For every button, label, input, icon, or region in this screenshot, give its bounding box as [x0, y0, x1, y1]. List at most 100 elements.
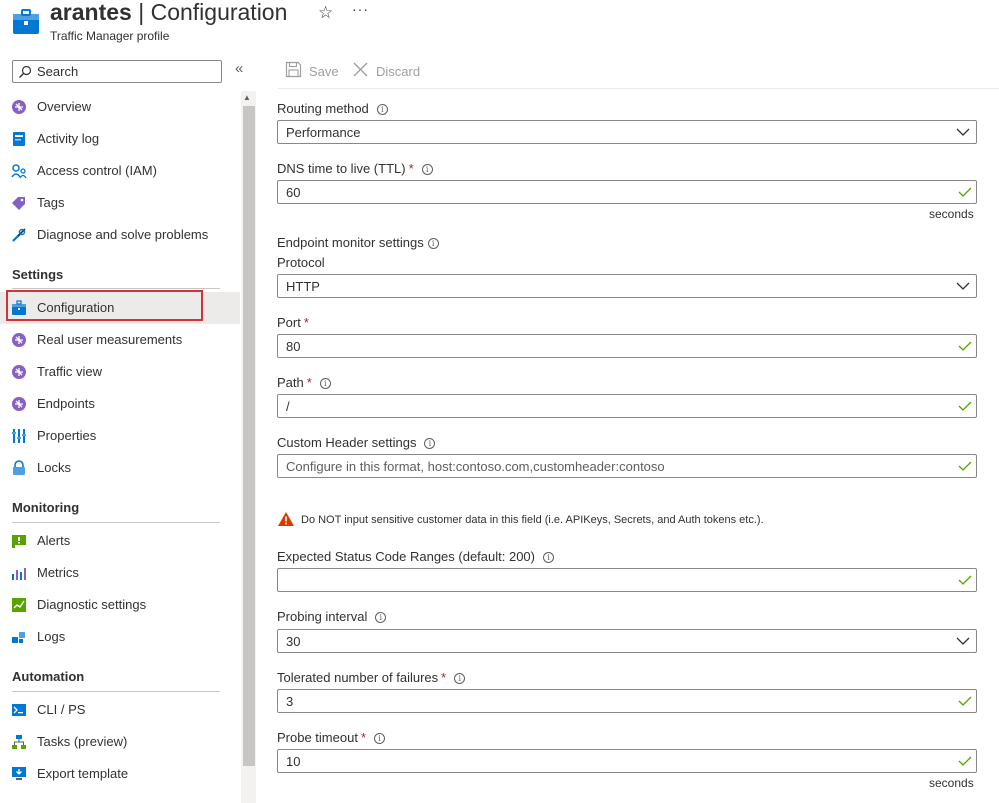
- sidebar-item-label: Properties: [37, 428, 97, 443]
- checkmark-icon: [958, 401, 972, 411]
- sidebar-item-label: Real user measurements: [37, 332, 183, 347]
- probing-interval-dropdown[interactable]: 30: [277, 629, 977, 653]
- info-icon[interactable]: i: [454, 673, 466, 684]
- sidebar-item-locks[interactable]: Locks: [0, 452, 240, 484]
- traffic-manager-icon: [12, 333, 26, 347]
- protocol-dropdown[interactable]: HTTP: [277, 274, 977, 298]
- sidebar-item-overview[interactable]: Overview: [0, 91, 240, 123]
- discard-label: Discard: [376, 64, 421, 79]
- highlight-box: [6, 290, 203, 321]
- sidebar-item-export-template[interactable]: Export template: [0, 758, 240, 790]
- save-button[interactable]: Save: [285, 61, 345, 81]
- chevron-down-icon: [956, 637, 970, 645]
- sidebar-item-label: Access control (IAM): [37, 163, 157, 178]
- info-icon[interactable]: i: [424, 438, 436, 449]
- probing-interval-value: 30: [286, 634, 301, 649]
- info-icon[interactable]: i: [319, 378, 331, 389]
- info-icon[interactable]: i: [375, 612, 387, 623]
- sidebar-item-label: Locks: [37, 460, 71, 475]
- sidebar-item-cli-ps[interactable]: CLI / PS: [0, 694, 240, 726]
- lock-icon: [13, 460, 25, 475]
- traffic-manager-icon: [12, 365, 26, 379]
- settings-section-heading: Settings: [12, 267, 64, 282]
- sidebar-scrollbar-thumb[interactable]: [243, 106, 255, 766]
- tolerated-failures-label: Tolerated number of failures * i: [277, 670, 466, 685]
- probe-timeout-input[interactable]: 10: [277, 749, 977, 773]
- routing-method-dropdown[interactable]: Performance: [277, 120, 977, 144]
- protocol-value: HTTP: [286, 279, 320, 294]
- sidebar-item-label: Diagnostic settings: [37, 597, 147, 612]
- tolerated-failures-input[interactable]: 3: [277, 689, 977, 713]
- sidebar-item-metrics[interactable]: Metrics: [0, 557, 240, 589]
- collapse-sidebar-icon[interactable]: «: [235, 60, 243, 77]
- info-icon[interactable]: i: [374, 733, 385, 744]
- probe-timeout-label: Probe timeout * i: [277, 730, 385, 745]
- sidebar-item-label: Diagnose and solve problems: [37, 227, 209, 242]
- sidebar-item-label: Tasks (preview): [37, 734, 128, 749]
- sidebar-item-tags[interactable]: Tags: [0, 187, 240, 219]
- sidebar-item-real-user-measurements[interactable]: Real user measurements: [0, 324, 240, 356]
- favorite-star-icon[interactable]: ☆: [318, 3, 333, 23]
- traffic-manager-icon: [12, 397, 26, 411]
- scroll-up-arrow-icon[interactable]: ▲: [243, 93, 251, 102]
- info-icon[interactable]: i: [421, 164, 433, 175]
- path-input[interactable]: /: [277, 394, 977, 418]
- search-icon: [19, 65, 32, 78]
- sidebar-item-label: Traffic view: [37, 364, 103, 379]
- sidebar-item-label: Tags: [37, 195, 65, 210]
- sidebar-item-label: Logs: [37, 629, 66, 644]
- checkmark-icon: [958, 341, 972, 351]
- info-icon[interactable]: i: [427, 238, 439, 249]
- diagnostic-settings-icon: [12, 598, 26, 612]
- more-options-icon[interactable]: ···: [352, 1, 369, 17]
- routing-method-value: Performance: [286, 125, 361, 140]
- sidebar-item-activity-log[interactable]: Activity log: [0, 123, 240, 155]
- close-icon: [353, 62, 368, 77]
- info-icon[interactable]: i: [376, 104, 388, 115]
- search-placeholder: Search: [37, 64, 79, 79]
- checkmark-icon: [958, 187, 972, 197]
- page-subtitle: Traffic Manager profile: [50, 29, 170, 43]
- sidebar-item-tasks[interactable]: Tasks (preview): [0, 726, 240, 758]
- protocol-label: Protocol: [277, 255, 325, 270]
- traffic-manager-icon: [12, 100, 26, 114]
- port-value: 80: [286, 339, 301, 354]
- sidebar-item-access-control[interactable]: Access control (IAM): [0, 155, 240, 187]
- sidebar-item-alerts[interactable]: Alerts: [0, 525, 240, 557]
- sidebar-item-endpoints[interactable]: Endpoints: [0, 388, 240, 420]
- access-control-icon: [11, 164, 27, 179]
- sidebar-item-properties[interactable]: Properties: [0, 420, 240, 452]
- path-label: Path * i: [277, 375, 331, 390]
- dns-ttl-units: seconds: [929, 207, 974, 221]
- status-code-ranges-input[interactable]: [277, 568, 977, 592]
- port-label: Port *: [277, 315, 309, 330]
- probing-interval-label: Probing interval i: [277, 609, 387, 624]
- section-divider: [12, 288, 220, 289]
- port-input[interactable]: 80: [277, 334, 977, 358]
- sidebar-item-label: Endpoints: [37, 396, 95, 411]
- routing-method-label: Routing method i: [277, 101, 388, 116]
- save-label: Save: [309, 64, 339, 79]
- page-title: arantes | Configuration: [50, 0, 288, 25]
- sidebar-item-diagnose[interactable]: Diagnose and solve problems: [0, 219, 240, 251]
- sidebar-item-diagnostic-settings[interactable]: Diagnostic settings: [0, 589, 240, 621]
- chevron-down-icon: [956, 128, 970, 136]
- custom-header-label: Custom Header settings i: [277, 435, 436, 450]
- discard-button[interactable]: Discard: [352, 61, 432, 81]
- custom-header-input[interactable]: Configure in this format, host:contoso.c…: [277, 454, 977, 478]
- wrench-icon: [12, 228, 26, 242]
- warning-icon: [278, 512, 294, 526]
- dns-ttl-input[interactable]: 60: [277, 180, 977, 204]
- sidebar-item-logs[interactable]: Logs: [0, 621, 240, 653]
- sidebar-item-traffic-view[interactable]: Traffic view: [0, 356, 240, 388]
- alerts-icon: [12, 535, 26, 548]
- sidebar-item-label: Metrics: [37, 565, 79, 580]
- save-icon: [285, 61, 302, 78]
- checkmark-icon: [958, 461, 972, 471]
- info-icon[interactable]: i: [543, 552, 554, 563]
- tolerated-failures-value: 3: [286, 694, 294, 709]
- probe-timeout-units: seconds: [929, 776, 974, 790]
- sidebar-item-label: CLI / PS: [37, 702, 86, 717]
- chevron-down-icon: [956, 282, 970, 290]
- sidebar-search-input[interactable]: Search: [12, 60, 222, 83]
